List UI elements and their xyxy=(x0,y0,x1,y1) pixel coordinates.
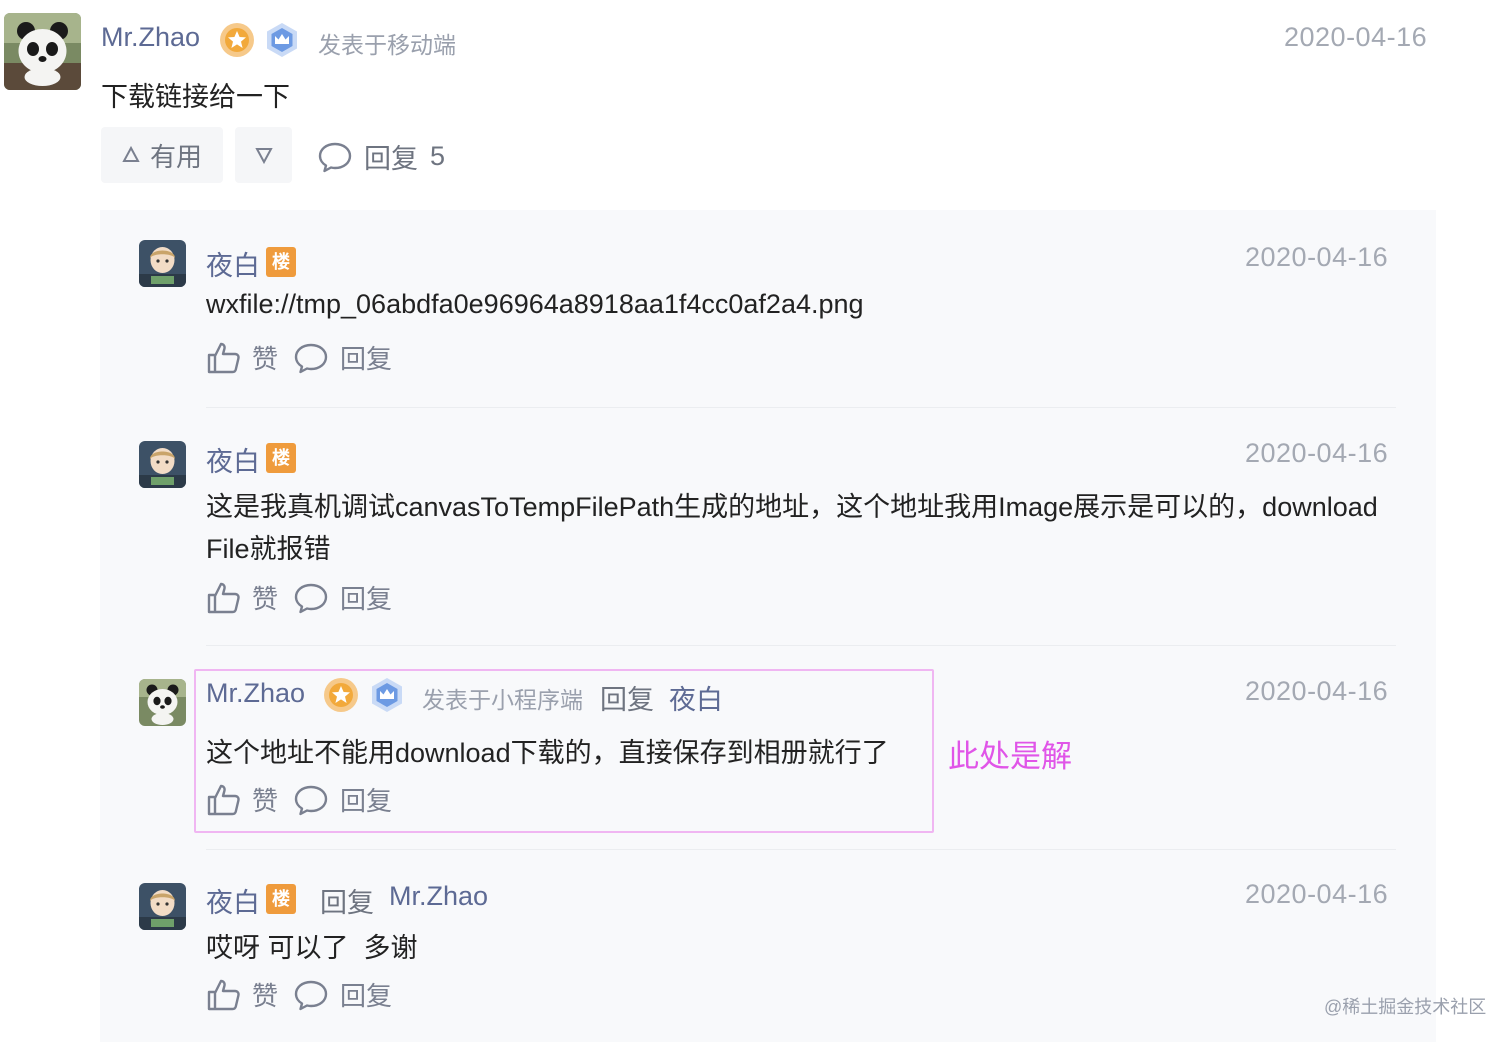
floor-badge: 楼 xyxy=(266,247,296,277)
post-source: 发表于小程序端 xyxy=(422,687,583,713)
level-medal-icon xyxy=(323,677,359,713)
user-avatar-icon xyxy=(139,883,186,930)
reply-content-line1: 这是我真机调试canvasToTempFilePath生成的地址，这个地址我用I… xyxy=(206,492,1378,522)
reply-author[interactable]: 夜白 xyxy=(206,881,260,920)
like-button[interactable]: 赞 xyxy=(206,976,278,1013)
panda-avatar-icon xyxy=(4,13,81,90)
crown-badge-icon xyxy=(264,22,300,58)
reply-label: 回复 xyxy=(340,981,393,1011)
floor-badge: 楼 xyxy=(266,443,296,473)
post-date: 2020-04-16 xyxy=(1284,22,1428,52)
reply-actions: 赞 回复 xyxy=(206,976,392,1013)
reply-to-user[interactable]: 夜白 xyxy=(669,678,723,717)
reply-button[interactable]: 回复 5 xyxy=(318,137,445,176)
post-source: 发表于移动端 xyxy=(318,32,456,58)
reply-word: 回复 xyxy=(600,685,654,715)
reply-date: 2020-04-16 xyxy=(1245,879,1389,909)
comment-bubble-icon xyxy=(294,343,328,373)
divider xyxy=(206,407,1396,408)
reply-date: 2020-04-16 xyxy=(1245,676,1389,706)
downvote-triangle-icon xyxy=(254,148,273,164)
avatar[interactable] xyxy=(139,441,186,488)
reply-actions: 赞 回复 xyxy=(206,579,392,616)
comment-bubble-icon xyxy=(294,785,328,815)
like-button[interactable]: 赞 xyxy=(206,579,278,616)
thumbs-up-icon xyxy=(207,342,240,373)
comment-content: 下载链接给一下 xyxy=(101,82,290,112)
comment-bubble-icon xyxy=(294,980,328,1010)
like-label: 赞 xyxy=(252,786,279,816)
divider xyxy=(206,849,1396,850)
thumbs-up-icon xyxy=(207,582,240,613)
reply-count: 5 xyxy=(430,141,446,171)
reply-content: 这个地址不能用download下载的，直接保存到相册就行了 xyxy=(206,738,889,768)
reply-label: 回复 xyxy=(340,344,393,374)
comment-bubble-icon xyxy=(294,583,328,613)
reply-button[interactable]: 回复 xyxy=(294,579,392,616)
reply-date: 2020-04-16 xyxy=(1245,242,1389,272)
divider xyxy=(206,645,1396,646)
like-button[interactable]: 赞 xyxy=(206,339,278,376)
like-button[interactable]: 赞 xyxy=(206,781,278,818)
reply-button[interactable]: 回复 xyxy=(294,781,392,818)
reply-word: 回复 xyxy=(320,888,374,918)
reply-author[interactable]: Mr.Zhao xyxy=(206,678,305,709)
floor-badge: 楼 xyxy=(266,884,296,914)
reply-button[interactable]: 回复 xyxy=(294,976,392,1013)
useful-label: 有用 xyxy=(149,141,202,172)
avatar[interactable] xyxy=(139,883,186,930)
reply-to-user[interactable]: Mr.Zhao xyxy=(389,881,488,912)
annotation-text: 此处是解 xyxy=(948,739,1072,774)
reply-actions: 赞 回复 xyxy=(206,781,392,818)
reply-content: wxfile://tmp_06abdfa0e96964a8918aa1f4cc0… xyxy=(206,289,864,319)
reply-label: 回复 xyxy=(340,584,393,614)
crown-badge-icon xyxy=(369,677,405,713)
comment-bubble-icon xyxy=(318,142,352,172)
reply-author[interactable]: 夜白 xyxy=(206,244,260,283)
thumbs-up-icon xyxy=(207,979,240,1010)
avatar[interactable] xyxy=(139,679,186,726)
avatar[interactable] xyxy=(4,13,81,90)
upvote-triangle-icon xyxy=(122,146,140,162)
like-label: 赞 xyxy=(252,981,279,1011)
useful-button[interactable]: 有用 xyxy=(101,127,223,183)
level-medal-icon xyxy=(219,22,255,58)
reply-author[interactable]: 夜白 xyxy=(206,440,260,479)
panda-avatar-icon xyxy=(139,679,186,726)
like-label: 赞 xyxy=(252,344,279,374)
replies-panel xyxy=(100,210,1436,1042)
watermark: @稀土掘金技术社区 xyxy=(1324,997,1487,1017)
reply-label: 回复 xyxy=(340,786,393,816)
reply-content-line2: File就报错 xyxy=(206,534,331,564)
reply-date: 2020-04-16 xyxy=(1245,438,1389,468)
reply-button[interactable]: 回复 xyxy=(294,339,392,376)
like-label: 赞 xyxy=(252,584,279,614)
thumbs-up-icon xyxy=(207,784,240,815)
user-avatar-icon xyxy=(139,441,186,488)
reply-content: 哎呀 可以了 多谢 xyxy=(206,933,418,963)
reply-label: 回复 xyxy=(364,144,418,174)
reply-actions: 赞 回复 xyxy=(206,339,392,376)
user-avatar-icon xyxy=(139,240,186,287)
author-name[interactable]: Mr.Zhao xyxy=(101,22,200,53)
downvote-button[interactable] xyxy=(235,127,292,183)
avatar[interactable] xyxy=(139,240,186,287)
